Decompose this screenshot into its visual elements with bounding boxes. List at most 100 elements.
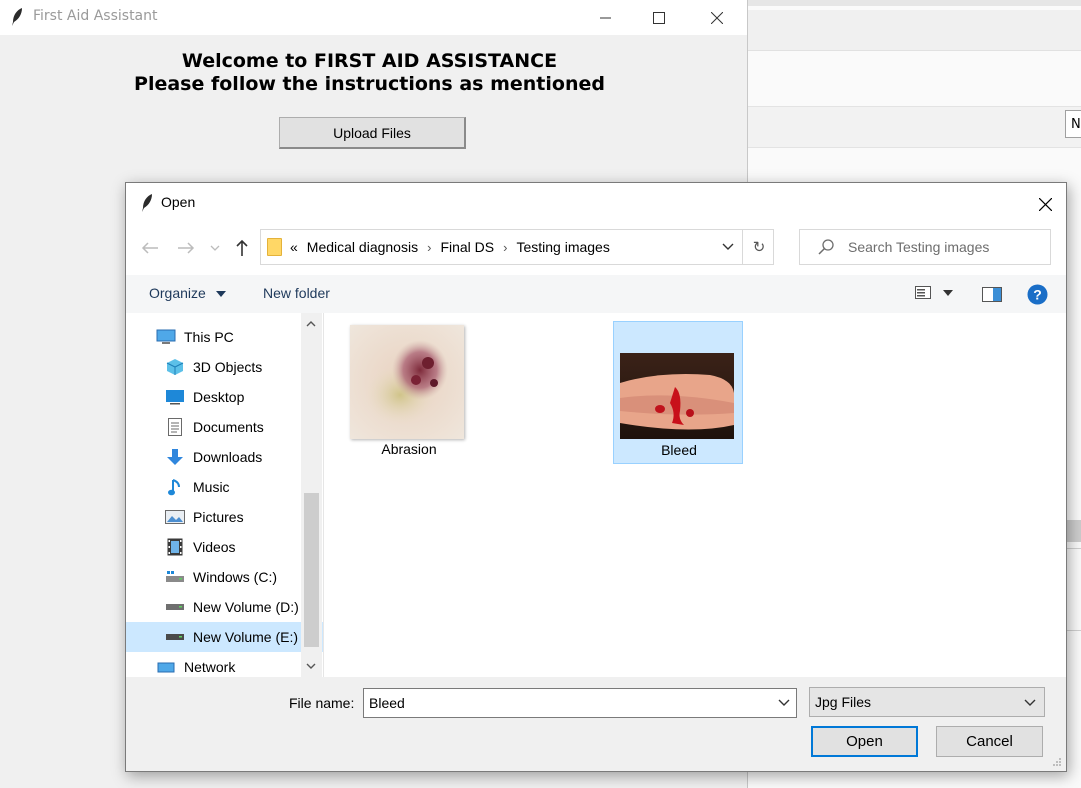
close-button[interactable]: [694, 0, 740, 35]
sidebar-item-this-pc[interactable]: This PC: [126, 322, 323, 352]
background-row: [747, 106, 1081, 148]
breadcrumb-medical-diagnosis[interactable]: Medical diagnosis: [307, 239, 418, 255]
maximize-button[interactable]: [636, 0, 682, 35]
sidebar-item-3d-objects[interactable]: 3D Objects: [126, 352, 323, 382]
background-divider: [1067, 630, 1081, 631]
refresh-button[interactable]: ↻: [742, 230, 775, 264]
up-button[interactable]: [231, 236, 253, 260]
resize-grip-icon[interactable]: [1052, 757, 1062, 767]
network-icon: [156, 658, 176, 676]
preview-pane-icon[interactable]: [982, 287, 1002, 302]
file-type-select[interactable]: Jpg Files: [809, 687, 1045, 717]
background-toolbar: [747, 10, 1081, 51]
sidebar-item-downloads[interactable]: Downloads: [126, 442, 323, 472]
document-icon: [165, 418, 185, 436]
arrow-left-icon: [141, 242, 158, 254]
organize-button[interactable]: Organize: [149, 285, 226, 301]
drive-icon: [165, 628, 185, 646]
chevron-down-icon: [778, 699, 790, 706]
view-icon: [915, 286, 931, 299]
sidebar-item-music[interactable]: Music: [126, 472, 323, 502]
background-input[interactable]: N: [1065, 110, 1081, 138]
search-input[interactable]: Search Testing images: [799, 229, 1051, 265]
arrow-up-icon: [236, 239, 248, 256]
address-bar[interactable]: « Medical diagnosis › Final DS › Testing…: [260, 229, 774, 265]
file-name-input[interactable]: Bleed: [363, 688, 797, 718]
search-placeholder: Search Testing images: [848, 239, 990, 255]
refresh-icon: ↻: [752, 239, 766, 256]
address-dropdown-button[interactable]: [714, 230, 742, 264]
background-divider: [1067, 548, 1081, 549]
sidebar-item-label: Music: [193, 479, 230, 495]
chevron-up-icon[interactable]: [306, 320, 316, 327]
cancel-button[interactable]: Cancel: [936, 726, 1043, 757]
sidebar-item-label: Pictures: [193, 509, 244, 525]
view-options-button[interactable]: [915, 286, 953, 299]
dialog-title: Open: [161, 194, 196, 210]
sidebar-item-label: Desktop: [193, 389, 245, 405]
help-icon[interactable]: ?: [1027, 284, 1048, 305]
new-folder-button[interactable]: New folder: [263, 285, 330, 301]
dialog-close-button[interactable]: [1030, 191, 1060, 217]
breadcrumb-overflow[interactable]: «: [290, 239, 298, 255]
dialog-footer: File name: Bleed Jpg Files Open Cancel: [126, 677, 1066, 771]
recent-locations-button[interactable]: [207, 236, 223, 260]
feather-icon: [142, 194, 152, 212]
search-icon: [818, 239, 834, 255]
file-name-label: Bleed: [661, 442, 697, 458]
background-band: [747, 0, 1081, 6]
sidebar-item-label: Downloads: [193, 449, 263, 465]
computer-icon: [156, 328, 176, 346]
windows-drive-icon: [165, 568, 185, 586]
sidebar-item-network[interactable]: Network: [126, 652, 323, 677]
main-titlebar[interactable]: First Aid Assistant: [0, 0, 747, 35]
chevron-down-icon[interactable]: [306, 663, 316, 670]
download-arrow-icon: [165, 448, 185, 466]
file-item-bleed[interactable]: Bleed: [613, 321, 743, 464]
open-button[interactable]: Open: [811, 726, 918, 757]
abrasion-thumbnail: [350, 325, 464, 439]
close-icon: [1038, 197, 1052, 211]
sidebar-item-new-volume-d[interactable]: New Volume (D:): [126, 592, 323, 622]
svg-text:?: ?: [1033, 287, 1042, 303]
back-button[interactable]: [138, 236, 162, 260]
desktop-icon: [165, 388, 185, 406]
caret-down-icon: [943, 289, 953, 296]
folder-icon: [267, 238, 282, 256]
file-item-abrasion[interactable]: Abrasion: [344, 321, 474, 464]
breadcrumb-testing-images[interactable]: Testing images: [516, 239, 609, 255]
bleed-thumbnail: [620, 353, 734, 439]
close-icon: [711, 11, 723, 24]
chevron-right-icon[interactable]: ›: [427, 240, 431, 255]
feather-icon: [12, 8, 22, 26]
drive-icon: [165, 598, 185, 616]
minimize-icon: [599, 17, 611, 19]
chevron-right-icon[interactable]: ›: [503, 240, 507, 255]
open-dialog: Open « Medical diagnosis › Final DS › Te…: [125, 182, 1067, 772]
background-scrollbar-thumb[interactable]: [1067, 520, 1081, 542]
navigation-pane: This PC 3D Objects Desktop Documents Dow…: [126, 313, 324, 677]
sidebar-item-new-volume-e[interactable]: New Volume (E:): [126, 622, 323, 652]
file-name-field-label: File name:: [289, 695, 355, 711]
sidebar-item-label: Network: [184, 659, 236, 675]
arrow-right-icon: [178, 242, 195, 254]
scrollbar-thumb[interactable]: [304, 493, 319, 647]
sidebar-item-desktop[interactable]: Desktop: [126, 382, 323, 412]
sidebar-item-documents[interactable]: Documents: [126, 412, 323, 442]
sidebar-item-pictures[interactable]: Pictures: [126, 502, 323, 532]
instructions-heading: Please follow the instructions as mentio…: [134, 73, 605, 95]
upload-files-button[interactable]: Upload Files: [279, 117, 466, 149]
sidebar-scrollbar[interactable]: [301, 313, 322, 677]
music-note-icon: [165, 478, 185, 496]
minimize-button[interactable]: [582, 0, 628, 35]
file-name-dropdown-button[interactable]: [772, 689, 796, 717]
breadcrumb-final-ds[interactable]: Final DS: [440, 239, 494, 255]
dialog-titlebar[interactable]: Open: [126, 183, 1066, 223]
chevron-down-icon: [1024, 699, 1036, 706]
chevron-down-icon: [722, 243, 734, 250]
sidebar-item-videos[interactable]: Videos: [126, 532, 323, 562]
file-list: Abrasion Bleed: [324, 313, 1066, 677]
forward-button[interactable]: [174, 236, 198, 260]
cube-icon: [165, 358, 185, 376]
sidebar-item-windows-c[interactable]: Windows (C:): [126, 562, 323, 592]
